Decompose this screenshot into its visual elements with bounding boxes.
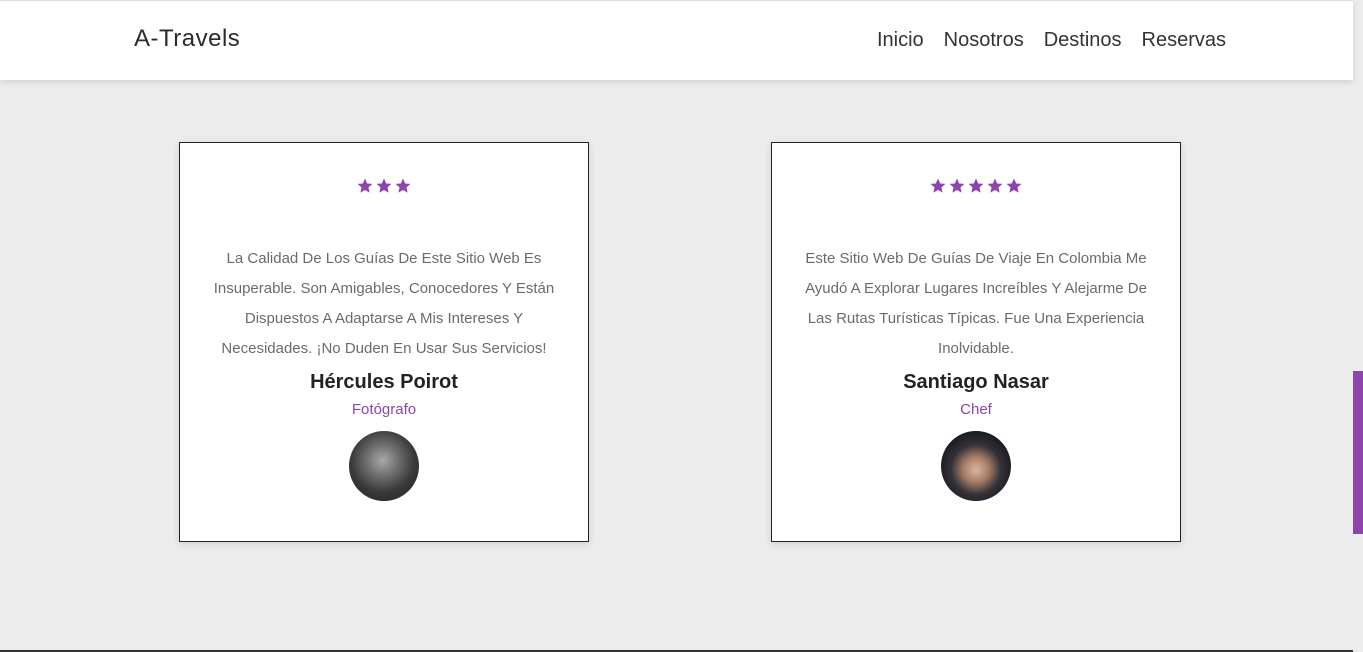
testimonial-name: Santiago Nasar bbox=[903, 371, 1049, 393]
nav-inicio[interactable]: Inicio bbox=[877, 29, 924, 52]
star-icon bbox=[357, 178, 373, 193]
site-logo[interactable]: A-Travels bbox=[134, 25, 240, 53]
star-icon bbox=[395, 178, 411, 193]
star-icon bbox=[968, 178, 984, 193]
testimonial-quote: La Calidad De Los Guías De Este Sitio We… bbox=[213, 250, 555, 357]
avatar bbox=[941, 431, 1011, 501]
star-icon bbox=[376, 178, 392, 193]
nav-nosotros[interactable]: Nosotros bbox=[944, 29, 1024, 52]
star-icon bbox=[987, 178, 1003, 193]
testimonial-quote: Este Sitio Web De Guías De Viaje En Colo… bbox=[805, 250, 1147, 357]
scrollbar-thumb[interactable] bbox=[1353, 371, 1363, 534]
site-header: A-Travels Inicio Nosotros Destinos Reser… bbox=[0, 0, 1353, 80]
testimonial-role: Fotógrafo bbox=[351, 401, 417, 418]
nav-destinos[interactable]: Destinos bbox=[1044, 29, 1122, 52]
page: A-Travels Inicio Nosotros Destinos Reser… bbox=[0, 0, 1363, 652]
nav-reservas[interactable]: Reservas bbox=[1142, 29, 1226, 52]
rating-stars bbox=[180, 177, 588, 195]
rating-stars bbox=[772, 177, 1180, 195]
main-nav: Inicio Nosotros Destinos Reservas bbox=[877, 29, 1226, 52]
avatar bbox=[349, 431, 419, 501]
testimonial-name: Hércules Poirot bbox=[310, 371, 458, 393]
star-icon bbox=[1006, 178, 1022, 193]
star-icon bbox=[949, 178, 965, 193]
testimonial-card: La Calidad De Los Guías De Este Sitio We… bbox=[179, 142, 589, 542]
star-icon bbox=[930, 178, 946, 193]
testimonial-card: Este Sitio Web De Guías De Viaje En Colo… bbox=[771, 142, 1181, 542]
testimonial-role: Chef bbox=[960, 401, 992, 418]
